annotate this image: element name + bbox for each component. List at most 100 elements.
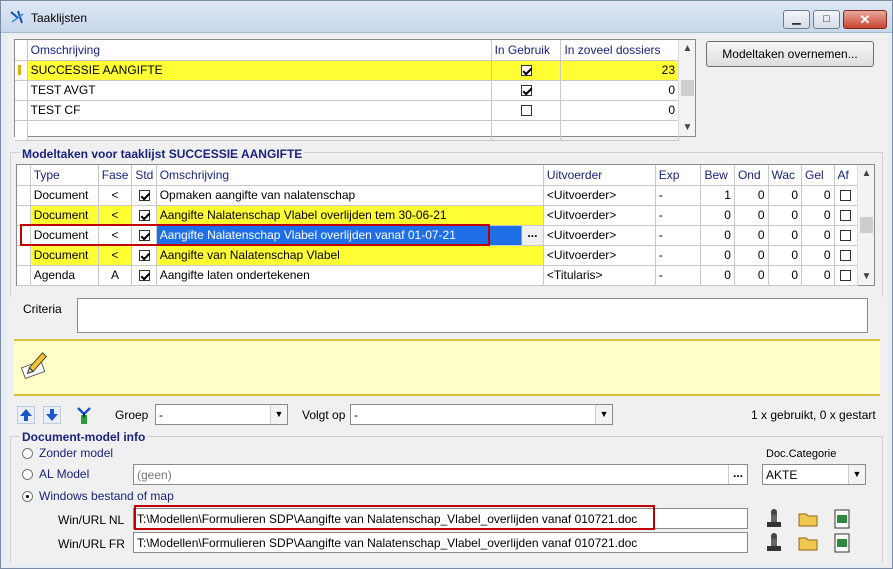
tasklists-grid[interactable]: Omschrijving In Gebruik In zoveel dossie… <box>14 39 696 141</box>
title-bar[interactable]: Taaklijsten ▁ □ ✕ <box>1 1 892 33</box>
task-type[interactable]: Agenda <box>30 265 99 286</box>
task-executor[interactable]: <Uitvoerder> <box>543 205 656 226</box>
col-exp[interactable]: Exp <box>655 165 702 186</box>
std-checkbox[interactable] <box>138 250 150 262</box>
scroll-up-icon[interactable]: ▲ <box>679 40 696 57</box>
row-indicator[interactable] <box>15 80 28 101</box>
windows-bestand-label[interactable]: Windows bestand of map <box>39 489 174 503</box>
col-fase[interactable]: Fase <box>98 165 133 186</box>
col-ond[interactable]: Ond <box>734 165 769 186</box>
note-area[interactable] <box>14 339 880 396</box>
stamp-icon[interactable] <box>763 508 785 530</box>
chevron-down-icon[interactable]: ▼ <box>848 465 865 484</box>
tasklist-row[interactable]: SUCCESSIE AANGIFTE 23 <box>15 60 679 81</box>
std-cell[interactable] <box>131 205 157 226</box>
close-button[interactable]: ✕ <box>843 10 887 29</box>
tasklist-row[interactable]: TEST CF 0 <box>15 100 679 121</box>
word-doc-icon[interactable] <box>831 532 853 554</box>
task-executor[interactable]: <Uitvoerder> <box>543 225 656 246</box>
link-tasks-icon[interactable] <box>73 404 95 426</box>
task-executor[interactable]: <Titularis> <box>543 265 656 286</box>
af-checkbox[interactable] <box>840 230 852 242</box>
task-executor[interactable]: <Uitvoerder> <box>543 245 656 266</box>
task-fase[interactable]: < <box>98 245 133 266</box>
word-doc-icon[interactable] <box>831 508 853 530</box>
af-cell[interactable] <box>834 245 859 266</box>
al-model-label[interactable]: AL Model <box>39 467 89 481</box>
scroll-down-icon[interactable]: ▼ <box>858 268 875 285</box>
row-indicator[interactable] <box>17 265 31 286</box>
row-indicator[interactable] <box>15 100 28 121</box>
task-type[interactable]: Document <box>30 205 99 226</box>
col-omschrijving[interactable]: Omschrijving <box>156 165 544 186</box>
doc-categorie-select[interactable]: AKTE ▼ <box>762 464 866 485</box>
std-cell[interactable] <box>131 265 157 286</box>
edit-ellipsis-button[interactable]: ... <box>520 225 543 244</box>
task-description[interactable]: Aangifte laten ondertekenen <box>156 265 544 286</box>
tasklists-scrollbar[interactable]: ▲ ▼ <box>678 40 695 136</box>
maximize-button[interactable]: □ <box>813 10 840 29</box>
modeltasks-scrollbar[interactable]: ▲ ▼ <box>857 165 874 285</box>
radio-al-model[interactable] <box>22 469 33 480</box>
scroll-down-icon[interactable]: ▼ <box>679 119 696 136</box>
modeltask-row[interactable]: Agenda A Aangifte laten ondertekenen <Titul… <box>17 265 859 286</box>
scroll-thumb[interactable] <box>860 217 873 233</box>
tasklist-name[interactable]: TEST AVGT <box>27 80 492 101</box>
folder-icon[interactable] <box>797 532 819 554</box>
scroll-thumb[interactable] <box>681 80 694 96</box>
al-model-field[interactable]: (geen) ... <box>133 464 748 485</box>
minimize-button[interactable]: ▁ <box>783 10 810 29</box>
in-use-cell[interactable] <box>491 100 562 121</box>
af-checkbox[interactable] <box>840 190 852 202</box>
modeltask-row[interactable]: Document < Aangifte Nalatenschap Vlabel ov… <box>17 205 859 226</box>
col-in-gebruik[interactable]: In Gebruik <box>491 40 562 61</box>
in-use-cell[interactable] <box>491 80 562 101</box>
criteria-field[interactable] <box>77 298 868 333</box>
task-fase[interactable]: A <box>98 265 133 286</box>
move-up-icon[interactable] <box>17 406 35 424</box>
chevron-down-icon[interactable]: ▼ <box>595 405 612 424</box>
af-checkbox[interactable] <box>840 250 852 262</box>
folder-icon[interactable] <box>797 508 819 530</box>
std-cell[interactable] <box>131 245 157 266</box>
task-description[interactable]: Aangifte Nalatenschap Vlabel overlijden … <box>156 205 544 226</box>
col-omschrijving[interactable]: Omschrijving <box>27 40 492 61</box>
col-dossiers[interactable]: In zoveel dossiers <box>560 40 679 61</box>
radio-windows-bestand[interactable] <box>22 491 33 502</box>
af-cell[interactable] <box>834 225 859 246</box>
modeltask-row[interactable]: Document < Opmaken aangifte van nalatensch… <box>17 185 859 206</box>
std-checkbox[interactable] <box>138 190 150 202</box>
tasklist-name[interactable]: TEST CF <box>27 100 492 121</box>
row-indicator[interactable] <box>17 185 31 206</box>
scroll-up-icon[interactable]: ▲ <box>858 165 875 182</box>
col-bew[interactable]: Bew <box>700 165 735 186</box>
task-type[interactable]: Document <box>30 185 99 206</box>
zonder-model-label[interactable]: Zonder model <box>39 446 113 460</box>
tasklist-row[interactable]: TEST AVGT 0 <box>15 80 679 101</box>
af-cell[interactable] <box>834 265 859 286</box>
row-indicator[interactable] <box>15 60 28 81</box>
row-indicator[interactable] <box>17 245 31 266</box>
af-checkbox[interactable] <box>840 270 852 282</box>
task-description[interactable]: Opmaken aangifte van nalatenschap <box>156 185 544 206</box>
col-gel[interactable]: Gel <box>801 165 835 186</box>
chevron-down-icon[interactable]: ▼ <box>270 405 287 424</box>
col-type[interactable]: Type <box>30 165 99 186</box>
af-checkbox[interactable] <box>840 210 852 222</box>
volgt-op-select[interactable]: - ▼ <box>350 404 613 425</box>
task-description[interactable]: Aangifte van Nalatenschap Vlabel <box>156 245 544 266</box>
radio-zonder-model[interactable] <box>22 448 33 459</box>
in-use-cell[interactable] <box>491 60 562 81</box>
task-fase[interactable]: < <box>98 205 133 226</box>
win-url-fr-field[interactable]: T:\Modellen\Formulieren SDP\Aangifte van… <box>133 532 748 553</box>
row-indicator[interactable] <box>17 205 31 226</box>
modeltask-row[interactable]: Document < Aangifte van Nalatenschap Vlabe… <box>17 245 859 266</box>
in-use-checkbox[interactable] <box>520 65 532 77</box>
af-cell[interactable] <box>834 205 859 226</box>
col-uitvoerder[interactable]: Uitvoerder <box>543 165 656 186</box>
col-std[interactable]: Std <box>131 165 157 186</box>
af-cell[interactable] <box>834 185 859 206</box>
browse-al-button[interactable]: ... <box>728 465 747 484</box>
task-fase[interactable]: < <box>98 185 133 206</box>
in-use-checkbox[interactable] <box>520 85 532 97</box>
